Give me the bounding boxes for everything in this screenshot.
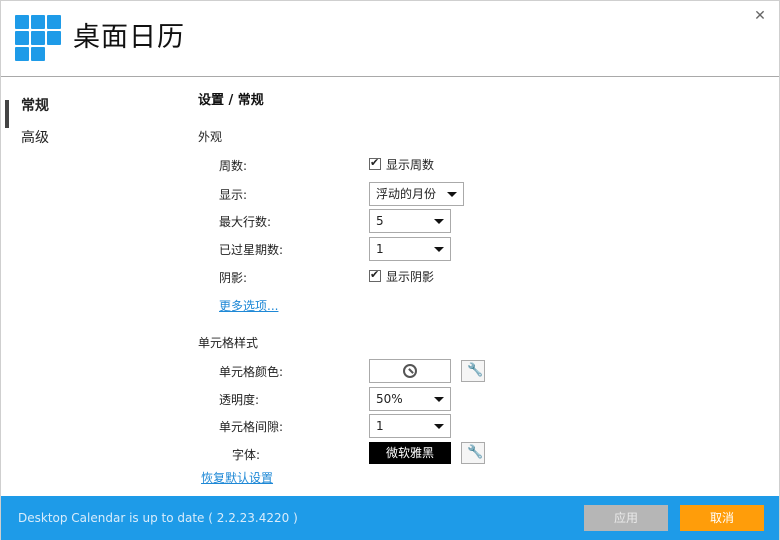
section-title-cell-style: 单元格样式 xyxy=(198,336,259,350)
transparency-value: 50% xyxy=(376,392,403,406)
display-value: 浮动的月份 xyxy=(376,187,437,201)
dropdown-arrow-icon xyxy=(447,192,457,197)
app-title: 桌面日历 xyxy=(73,22,185,53)
close-icon[interactable]: ✕ xyxy=(753,9,767,23)
display-row: 显示: 浮动的月份 xyxy=(219,182,739,206)
week-number-row: 周数: 显示周数 xyxy=(219,153,739,175)
shadow-label: 阴影: xyxy=(219,271,248,285)
dropdown-arrow-icon xyxy=(434,247,444,252)
update-status-text: Desktop Calendar is up to date ( 2.2.23.… xyxy=(18,511,298,525)
max-rows-value: 5 xyxy=(376,214,384,228)
checkbox-checked-icon xyxy=(369,268,381,282)
max-rows-row: 最大行数: 5 xyxy=(219,209,739,233)
font-label: 字体: xyxy=(232,448,261,462)
section-title-appearance: 外观 xyxy=(198,130,223,144)
sidebar-item-general[interactable]: 常规 xyxy=(1,90,183,128)
display-select[interactable]: 浮动的月份 xyxy=(369,182,464,206)
dropdown-arrow-icon xyxy=(434,424,444,429)
cell-spacing-row: 单元格间隙: 1 xyxy=(219,414,739,438)
no-color-icon xyxy=(403,364,417,378)
transparency-label: 透明度: xyxy=(219,393,260,407)
font-picker-button[interactable]: 🔧 xyxy=(461,442,485,464)
transparency-select[interactable]: 50% xyxy=(369,387,451,411)
apply-button[interactable]: 应用 xyxy=(584,505,668,531)
display-label: 显示: xyxy=(219,188,248,202)
cancel-button[interactable]: 取消 xyxy=(680,505,764,531)
wrench-icon: 🔧 xyxy=(467,363,484,378)
past-weeks-label: 已过星期数: xyxy=(219,243,284,257)
calendar-grid-icon xyxy=(15,15,63,63)
checkbox-checked-icon xyxy=(369,156,381,170)
max-rows-select[interactable]: 5 xyxy=(369,209,451,233)
app-header: 桌面日历 ✕ xyxy=(1,1,779,77)
week-number-label: 周数: xyxy=(219,159,248,173)
week-number-checkbox[interactable]: 显示周数 xyxy=(369,153,434,175)
sidebar-item-advanced[interactable]: 高级 xyxy=(1,122,183,154)
shadow-checkbox-label: 显示阴影 xyxy=(386,269,435,284)
more-options-link[interactable]: 更多选项... xyxy=(219,297,278,314)
status-bar: Desktop Calendar is up to date ( 2.2.23.… xyxy=(1,496,779,540)
restore-defaults-link[interactable]: 恢复默认设置 xyxy=(201,469,273,486)
sidebar-item-label: 高级 xyxy=(21,130,49,146)
page-title: 设置 / 常规 xyxy=(198,93,264,108)
week-number-checkbox-label: 显示周数 xyxy=(386,157,435,172)
shadow-row: 阴影: 显示阴影 xyxy=(219,265,739,287)
wrench-icon: 🔧 xyxy=(467,445,484,460)
settings-content: 设置 / 常规 外观 周数: 显示周数 显示: 浮动的月份 最大行数: 5 已 xyxy=(197,78,767,495)
transparency-row: 透明度: 50% xyxy=(219,387,739,411)
font-preview-button[interactable]: 微软雅黑 xyxy=(369,442,451,464)
max-rows-label: 最大行数: xyxy=(219,215,272,229)
sidebar: 常规 高级 xyxy=(1,78,183,495)
cell-color-swatch[interactable] xyxy=(369,359,451,383)
cell-spacing-label: 单元格间隙: xyxy=(219,420,284,434)
past-weeks-row: 已过星期数: 1 xyxy=(219,237,739,261)
cell-spacing-select[interactable]: 1 xyxy=(369,414,451,438)
shadow-checkbox[interactable]: 显示阴影 xyxy=(369,265,434,287)
font-row: 字体: 微软雅黑 🔧 xyxy=(219,442,739,464)
cell-color-row: 单元格颜色: 🔧 xyxy=(219,359,739,383)
cell-color-label: 单元格颜色: xyxy=(219,365,284,379)
past-weeks-select[interactable]: 1 xyxy=(369,237,451,261)
settings-window: 桌面日历 ✕ 常规 高级 设置 / 常规 外观 周数: 显示周数 显示: 浮动的… xyxy=(0,0,780,540)
cell-color-picker-button[interactable]: 🔧 xyxy=(461,360,485,382)
dropdown-arrow-icon xyxy=(434,397,444,402)
past-weeks-value: 1 xyxy=(376,242,384,256)
dropdown-arrow-icon xyxy=(434,219,444,224)
sidebar-item-label: 常规 xyxy=(21,98,49,114)
cell-spacing-value: 1 xyxy=(376,419,384,433)
